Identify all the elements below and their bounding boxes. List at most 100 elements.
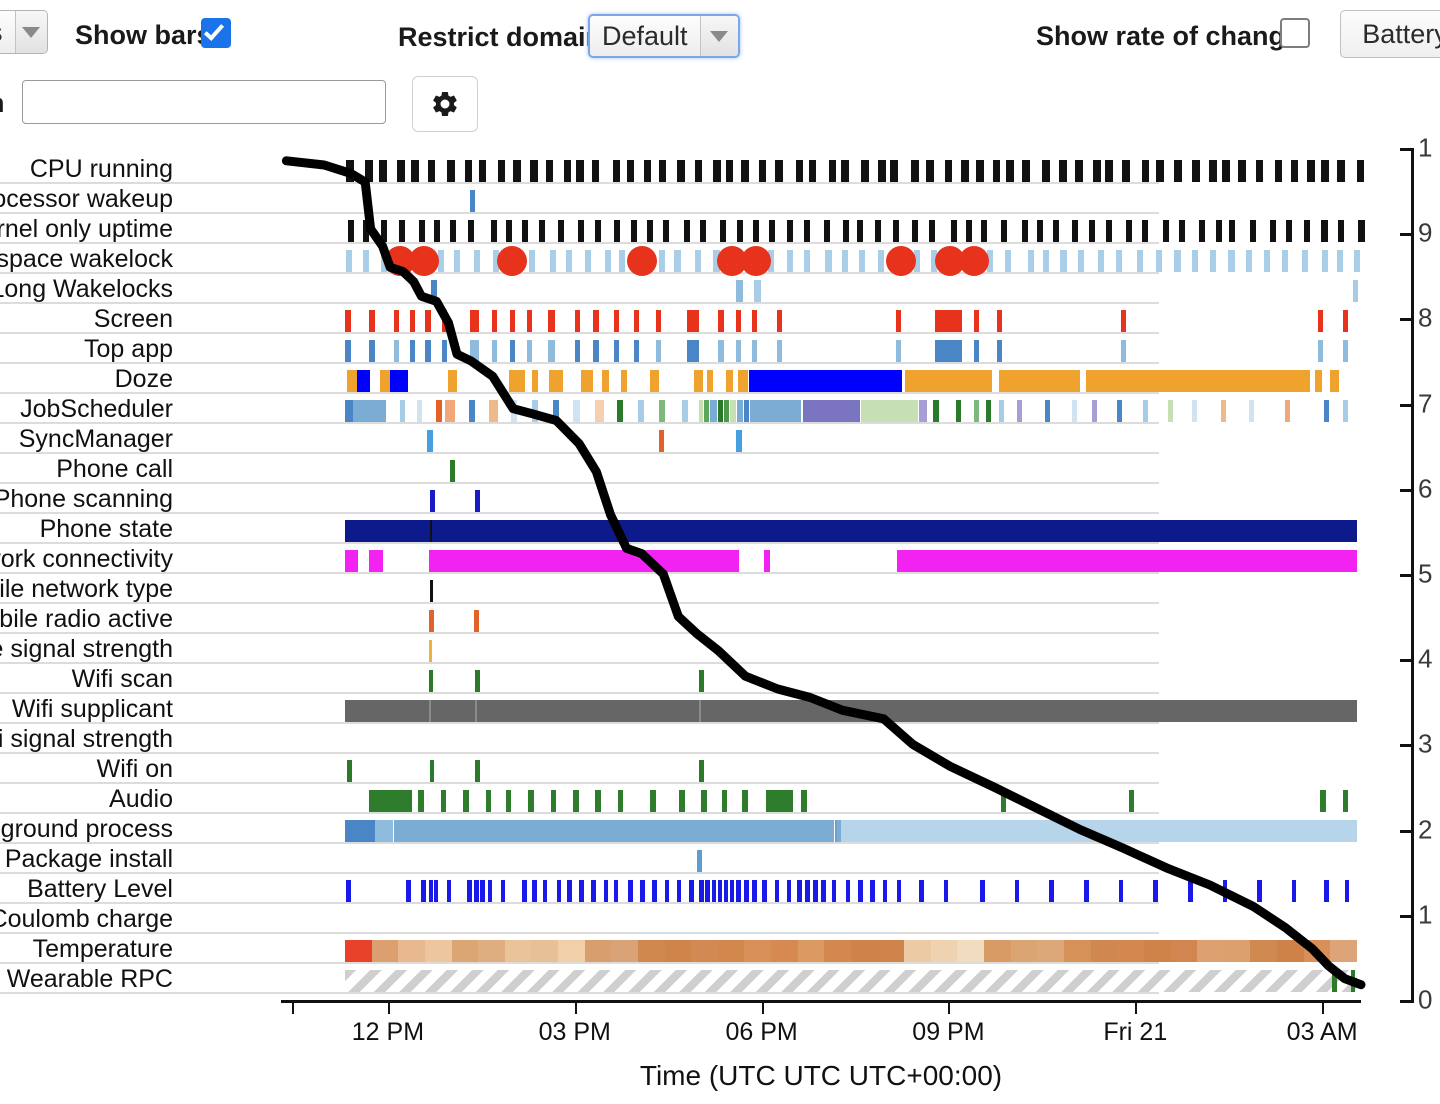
- timeline-segment[interactable]: [893, 220, 900, 242]
- timeline-segment[interactable]: [1006, 160, 1014, 182]
- timeline-segment[interactable]: [713, 160, 721, 182]
- wakelock-event-marker[interactable]: [959, 246, 990, 276]
- timeline-segment[interactable]: [904, 940, 932, 962]
- timeline-segment[interactable]: [450, 220, 457, 242]
- timeline-segment[interactable]: [877, 940, 905, 962]
- timeline-segment[interactable]: [539, 220, 546, 242]
- timeline-segment[interactable]: [699, 400, 704, 422]
- timeline-segment[interactable]: [1209, 250, 1216, 272]
- timeline-segment[interactable]: [741, 160, 750, 182]
- timeline-segment[interactable]: [744, 940, 772, 962]
- timeline-segment[interactable]: [658, 160, 667, 182]
- timeline-segment[interactable]: [1136, 250, 1144, 272]
- timeline-segment[interactable]: [1318, 340, 1324, 362]
- timeline-segment[interactable]: [595, 220, 602, 242]
- timeline-segment[interactable]: [487, 880, 493, 902]
- timeline-segment[interactable]: [529, 160, 538, 182]
- timeline-segment[interactable]: [986, 400, 992, 422]
- chevron-down-icon[interactable]: [14, 11, 47, 53]
- timeline-segment[interactable]: [840, 820, 1357, 842]
- timeline-segment[interactable]: [1143, 400, 1149, 422]
- timeline-segment[interactable]: [346, 880, 351, 902]
- timeline-segment[interactable]: [429, 580, 434, 602]
- timeline-segment[interactable]: [650, 370, 659, 392]
- timeline-segment[interactable]: [417, 400, 423, 422]
- timeline-segment[interactable]: [616, 400, 623, 422]
- timeline-segment[interactable]: [345, 340, 351, 362]
- timeline-segment[interactable]: [478, 160, 487, 182]
- timeline-segment[interactable]: [365, 160, 373, 182]
- timeline-segment[interactable]: [363, 250, 370, 272]
- timeline-segment[interactable]: [1192, 400, 1198, 422]
- timeline-segment[interactable]: [475, 760, 480, 782]
- timeline-segment[interactable]: [944, 160, 953, 182]
- timeline-segment[interactable]: [850, 940, 878, 962]
- timeline-segment[interactable]: [449, 460, 455, 482]
- timeline-segment[interactable]: [428, 610, 434, 632]
- timeline-track[interactable]: [343, 430, 1361, 452]
- timeline-segment[interactable]: [1197, 940, 1225, 962]
- timeline-track[interactable]: [343, 670, 1361, 692]
- timeline-segment[interactable]: [435, 400, 442, 422]
- timeline-segment[interactable]: [935, 340, 962, 362]
- timeline-segment[interactable]: [1324, 880, 1329, 902]
- timeline-segment[interactable]: [911, 220, 918, 242]
- timeline-segment[interactable]: [454, 250, 461, 272]
- timeline-segment[interactable]: [764, 550, 771, 572]
- timeline-segment[interactable]: [974, 340, 980, 362]
- timeline-segment[interactable]: [1302, 250, 1309, 272]
- timeline-segment[interactable]: [504, 940, 532, 962]
- timeline-segment[interactable]: [613, 340, 619, 362]
- timeline-segment[interactable]: [411, 160, 419, 182]
- timeline-segment[interactable]: [1142, 220, 1149, 242]
- timeline-segment[interactable]: [674, 250, 681, 272]
- timeline-track[interactable]: [343, 246, 1361, 276]
- timeline-segment[interactable]: [1324, 400, 1330, 422]
- timeline-segment[interactable]: [573, 790, 579, 812]
- timeline-segment[interactable]: [895, 340, 901, 362]
- timeline-segment[interactable]: [521, 220, 528, 242]
- timeline-segment[interactable]: [547, 340, 555, 362]
- timeline-segment[interactable]: [410, 310, 416, 332]
- timeline-segment[interactable]: [603, 880, 609, 902]
- timeline-segment[interactable]: [1290, 160, 1299, 182]
- timeline-segment[interactable]: [371, 940, 399, 962]
- timeline-segment[interactable]: [717, 400, 723, 422]
- timeline-segment[interactable]: [374, 820, 393, 842]
- timeline-segment[interactable]: [393, 340, 399, 362]
- timeline-segment[interactable]: [1052, 220, 1059, 242]
- timeline-segment[interactable]: [975, 160, 984, 182]
- timeline-segment[interactable]: [1141, 160, 1150, 182]
- timeline-segment[interactable]: [398, 940, 426, 962]
- timeline-segment[interactable]: [752, 310, 758, 332]
- timeline-segment[interactable]: [345, 940, 372, 962]
- timeline-segment[interactable]: [786, 880, 792, 902]
- timeline-segment[interactable]: [821, 880, 827, 902]
- timeline-segment[interactable]: [550, 790, 557, 812]
- timeline-segment[interactable]: [966, 220, 973, 242]
- timeline-segment[interactable]: [563, 160, 572, 182]
- timeline-segment[interactable]: [930, 940, 958, 962]
- timeline-segment[interactable]: [1222, 880, 1228, 902]
- timeline-segment[interactable]: [1284, 400, 1290, 422]
- timeline-segment[interactable]: [744, 880, 749, 902]
- timeline-track[interactable]: [343, 400, 1361, 422]
- timeline-segment[interactable]: [659, 250, 666, 272]
- timeline-segment[interactable]: [1277, 940, 1304, 962]
- timeline-segment[interactable]: [345, 550, 359, 572]
- timeline-segment[interactable]: [736, 400, 744, 422]
- battery-button[interactable]: Battery: [1340, 10, 1440, 58]
- timeline-segment[interactable]: [427, 430, 434, 452]
- timeline-segment[interactable]: [723, 400, 729, 422]
- timeline-segment[interactable]: [475, 490, 481, 512]
- timeline-segment[interactable]: [1174, 160, 1182, 182]
- timeline-segment[interactable]: [1105, 160, 1113, 182]
- timeline-segment[interactable]: [573, 400, 581, 422]
- timeline-segment[interactable]: [786, 250, 793, 272]
- timeline-segment[interactable]: [845, 880, 851, 902]
- timeline-segment[interactable]: [774, 160, 783, 182]
- timeline-segment[interactable]: [345, 520, 1357, 542]
- timeline-segment[interactable]: [980, 220, 987, 242]
- timeline-segment[interactable]: [393, 820, 834, 842]
- timeline-segment[interactable]: [527, 310, 533, 332]
